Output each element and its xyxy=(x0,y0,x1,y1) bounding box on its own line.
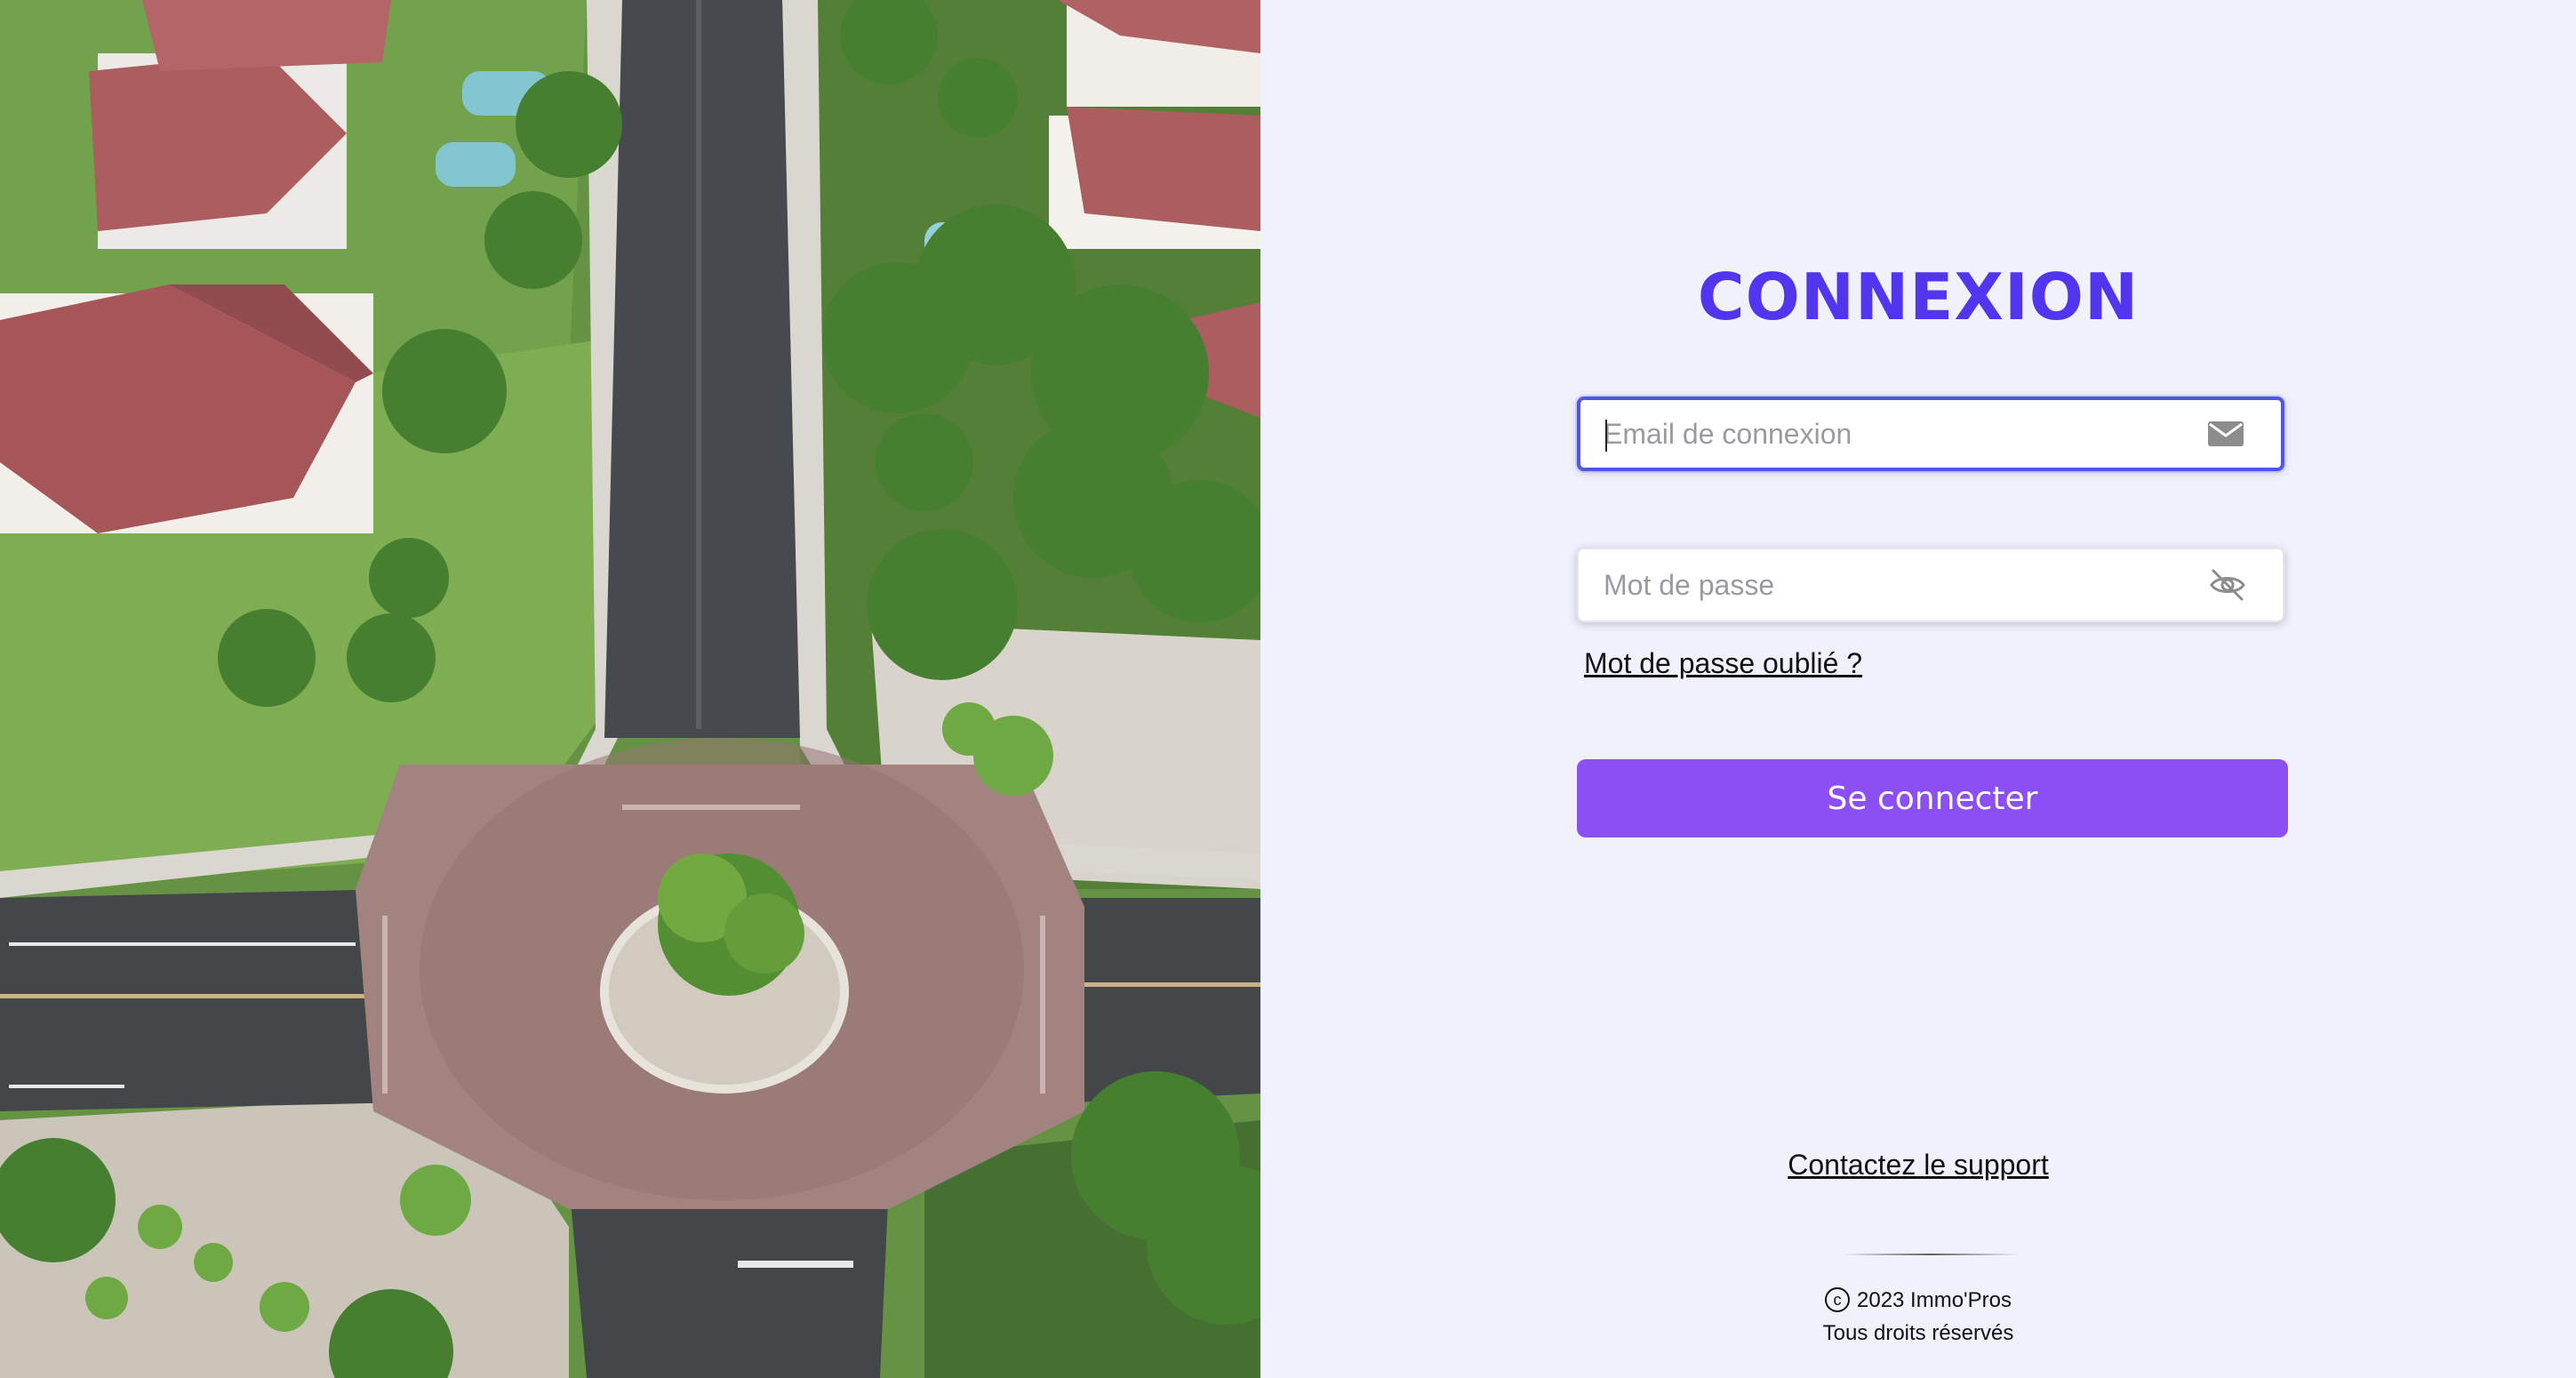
copyright-icon: c xyxy=(1825,1286,1850,1312)
password-field[interactable] xyxy=(1577,548,2284,622)
copyright-block: c 2023 Immo'Pros Tous droits réservés xyxy=(1260,1284,2576,1350)
contact-support-link[interactable]: Contactez le support xyxy=(1788,1149,2049,1181)
hero-aerial-image xyxy=(0,0,1260,1378)
login-title: CONNEXION xyxy=(1697,260,2140,334)
copyright-line-1: c 2023 Immo'Pros xyxy=(1260,1284,2576,1317)
text-caret xyxy=(1605,420,1607,452)
aerial-neighborhood-illustration xyxy=(0,0,1260,1378)
copyright-text: 2023 Immo'Pros xyxy=(1857,1288,2012,1312)
email-field[interactable] xyxy=(1577,397,2284,471)
copyright-line-2: Tous droits réservés xyxy=(1822,1321,2014,1345)
email-input[interactable] xyxy=(1604,400,2172,468)
footer-divider xyxy=(1842,1254,2020,1255)
eye-off-icon[interactable] xyxy=(2208,565,2247,605)
login-button[interactable]: Se connecter xyxy=(1577,759,2288,837)
forgot-password-link[interactable]: Mot de passe oublié ? xyxy=(1584,647,1862,680)
login-panel: CONNEXION Mot de passe oublié ? xyxy=(1260,0,2576,1378)
login-page: CONNEXION Mot de passe oublié ? xyxy=(0,0,2576,1378)
support-section: Contactez le support xyxy=(1260,1149,2576,1182)
mail-icon xyxy=(2206,414,2245,453)
password-input[interactable] xyxy=(1604,549,2172,621)
